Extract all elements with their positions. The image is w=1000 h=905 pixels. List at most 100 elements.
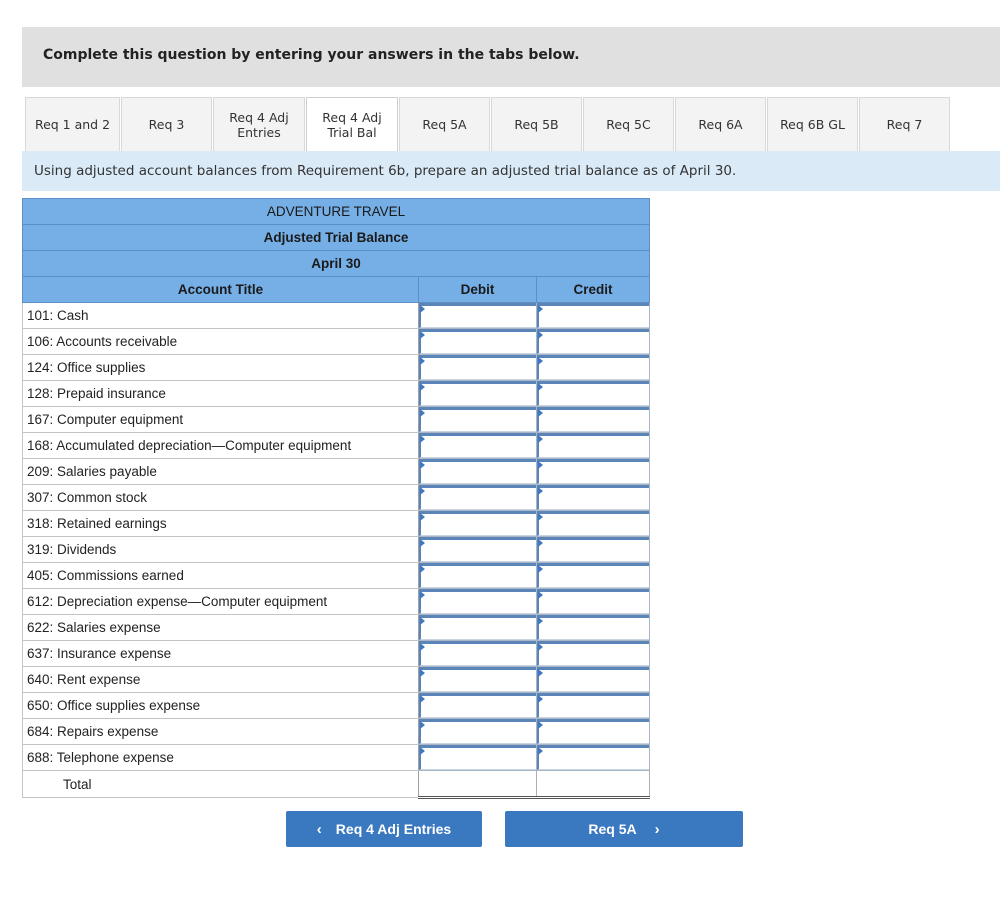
- table-row: 319: Dividends: [22, 536, 650, 563]
- total-row: Total: [22, 770, 650, 799]
- tab-req-1-and-2[interactable]: Req 1 and 2: [25, 97, 120, 151]
- credit-cell: [536, 432, 650, 459]
- next-tab-button[interactable]: Req 5A ›: [505, 811, 743, 847]
- debit-cell: [418, 718, 537, 745]
- credit-cell: [536, 718, 650, 745]
- credit-input[interactable]: [537, 433, 649, 458]
- credit-input[interactable]: [537, 485, 649, 510]
- account-title: 168: Accumulated depreciation—Computer e…: [22, 432, 419, 459]
- table-row: 684: Repairs expense: [22, 718, 650, 745]
- tab-req-6a[interactable]: Req 6A: [675, 97, 766, 151]
- debit-cell: [418, 302, 537, 329]
- tab-req-5a[interactable]: Req 5A: [399, 97, 490, 151]
- account-title: 318: Retained earnings: [22, 510, 419, 537]
- credit-input[interactable]: [537, 381, 649, 406]
- debit-input[interactable]: [419, 615, 536, 640]
- input-marker-icon: [420, 617, 425, 625]
- debit-input[interactable]: [419, 407, 536, 432]
- tab-req-5b[interactable]: Req 5B: [491, 97, 582, 151]
- debit-input[interactable]: [419, 459, 536, 484]
- debit-input[interactable]: [419, 745, 536, 770]
- table-row: 405: Commissions earned: [22, 562, 650, 589]
- input-marker-icon: [538, 435, 543, 443]
- input-marker-icon: [420, 305, 425, 313]
- debit-input[interactable]: [419, 537, 536, 562]
- input-marker-icon: [420, 487, 425, 495]
- credit-cell: [536, 744, 650, 771]
- debit-cell: [418, 614, 537, 641]
- debit-input[interactable]: [419, 693, 536, 718]
- account-title: 106: Accounts receivable: [22, 328, 419, 355]
- tab-req-4-adj-entries[interactable]: Req 4 Adj Entries: [213, 97, 305, 151]
- debit-input[interactable]: [419, 303, 536, 328]
- tab-req-4-adj-trial-bal[interactable]: Req 4 Adj Trial Bal: [306, 97, 398, 151]
- credit-cell: [536, 666, 650, 693]
- instructions-banner: Complete this question by entering your …: [22, 27, 1000, 87]
- input-marker-icon: [420, 461, 425, 469]
- debit-cell: [418, 354, 537, 381]
- debit-cell: [418, 588, 537, 615]
- debit-input[interactable]: [419, 511, 536, 536]
- credit-input[interactable]: [537, 537, 649, 562]
- credit-input[interactable]: [537, 641, 649, 666]
- debit-input[interactable]: [419, 355, 536, 380]
- credit-input[interactable]: [537, 667, 649, 692]
- debit-input[interactable]: [419, 641, 536, 666]
- input-marker-icon: [420, 669, 425, 677]
- debit-input[interactable]: [419, 485, 536, 510]
- credit-input[interactable]: [537, 407, 649, 432]
- debit-input[interactable]: [419, 667, 536, 692]
- debit-cell: [418, 406, 537, 433]
- credit-input[interactable]: [537, 329, 649, 354]
- credit-input[interactable]: [537, 355, 649, 380]
- table-row: 622: Salaries expense: [22, 614, 650, 641]
- input-marker-icon: [420, 591, 425, 599]
- credit-input[interactable]: [537, 303, 649, 328]
- input-marker-icon: [538, 305, 543, 313]
- debit-input[interactable]: [419, 563, 536, 588]
- account-title: 612: Depreciation expense—Computer equip…: [22, 588, 419, 615]
- credit-input[interactable]: [537, 693, 649, 718]
- credit-input[interactable]: [537, 615, 649, 640]
- debit-input[interactable]: [419, 381, 536, 406]
- tab-req-7[interactable]: Req 7: [859, 97, 950, 151]
- credit-input[interactable]: [537, 589, 649, 614]
- table-row: 124: Office supplies: [22, 354, 650, 381]
- account-title: 405: Commissions earned: [22, 562, 419, 589]
- input-marker-icon: [420, 513, 425, 521]
- input-marker-icon: [538, 565, 543, 573]
- credit-input[interactable]: [537, 459, 649, 484]
- debit-input[interactable]: [419, 329, 536, 354]
- input-marker-icon: [420, 357, 425, 365]
- input-marker-icon: [538, 409, 543, 417]
- credit-cell: [536, 640, 650, 667]
- credit-input[interactable]: [537, 511, 649, 536]
- debit-input[interactable]: [419, 719, 536, 744]
- instructions-text: Complete this question by entering your …: [43, 47, 580, 63]
- credit-cell: [536, 536, 650, 563]
- previous-tab-button[interactable]: ‹ Req 4 Adj Entries: [286, 811, 482, 847]
- input-marker-icon: [538, 591, 543, 599]
- previous-tab-label: Req 4 Adj Entries: [335, 821, 452, 837]
- input-marker-icon: [420, 539, 425, 547]
- credit-cell: [536, 328, 650, 355]
- credit-cell: [536, 510, 650, 537]
- input-marker-icon: [420, 565, 425, 573]
- credit-input[interactable]: [537, 563, 649, 588]
- credit-cell: [536, 458, 650, 485]
- tab-req-3[interactable]: Req 3: [121, 97, 212, 151]
- debit-input[interactable]: [419, 589, 536, 614]
- account-title: 637: Insurance expense: [22, 640, 419, 667]
- credit-cell: [536, 380, 650, 407]
- debit-cell: [418, 640, 537, 667]
- cropped-top-text: [0, 0, 1000, 8]
- debit-cell: [418, 666, 537, 693]
- tab-req-6b-gl[interactable]: Req 6B GL: [767, 97, 858, 151]
- table-row: 688: Telephone expense: [22, 744, 650, 771]
- credit-input[interactable]: [537, 719, 649, 744]
- tab-req-5c[interactable]: Req 5C: [583, 97, 674, 151]
- input-marker-icon: [420, 643, 425, 651]
- credit-input[interactable]: [537, 745, 649, 770]
- debit-input[interactable]: [419, 433, 536, 458]
- table-row: 637: Insurance expense: [22, 640, 650, 667]
